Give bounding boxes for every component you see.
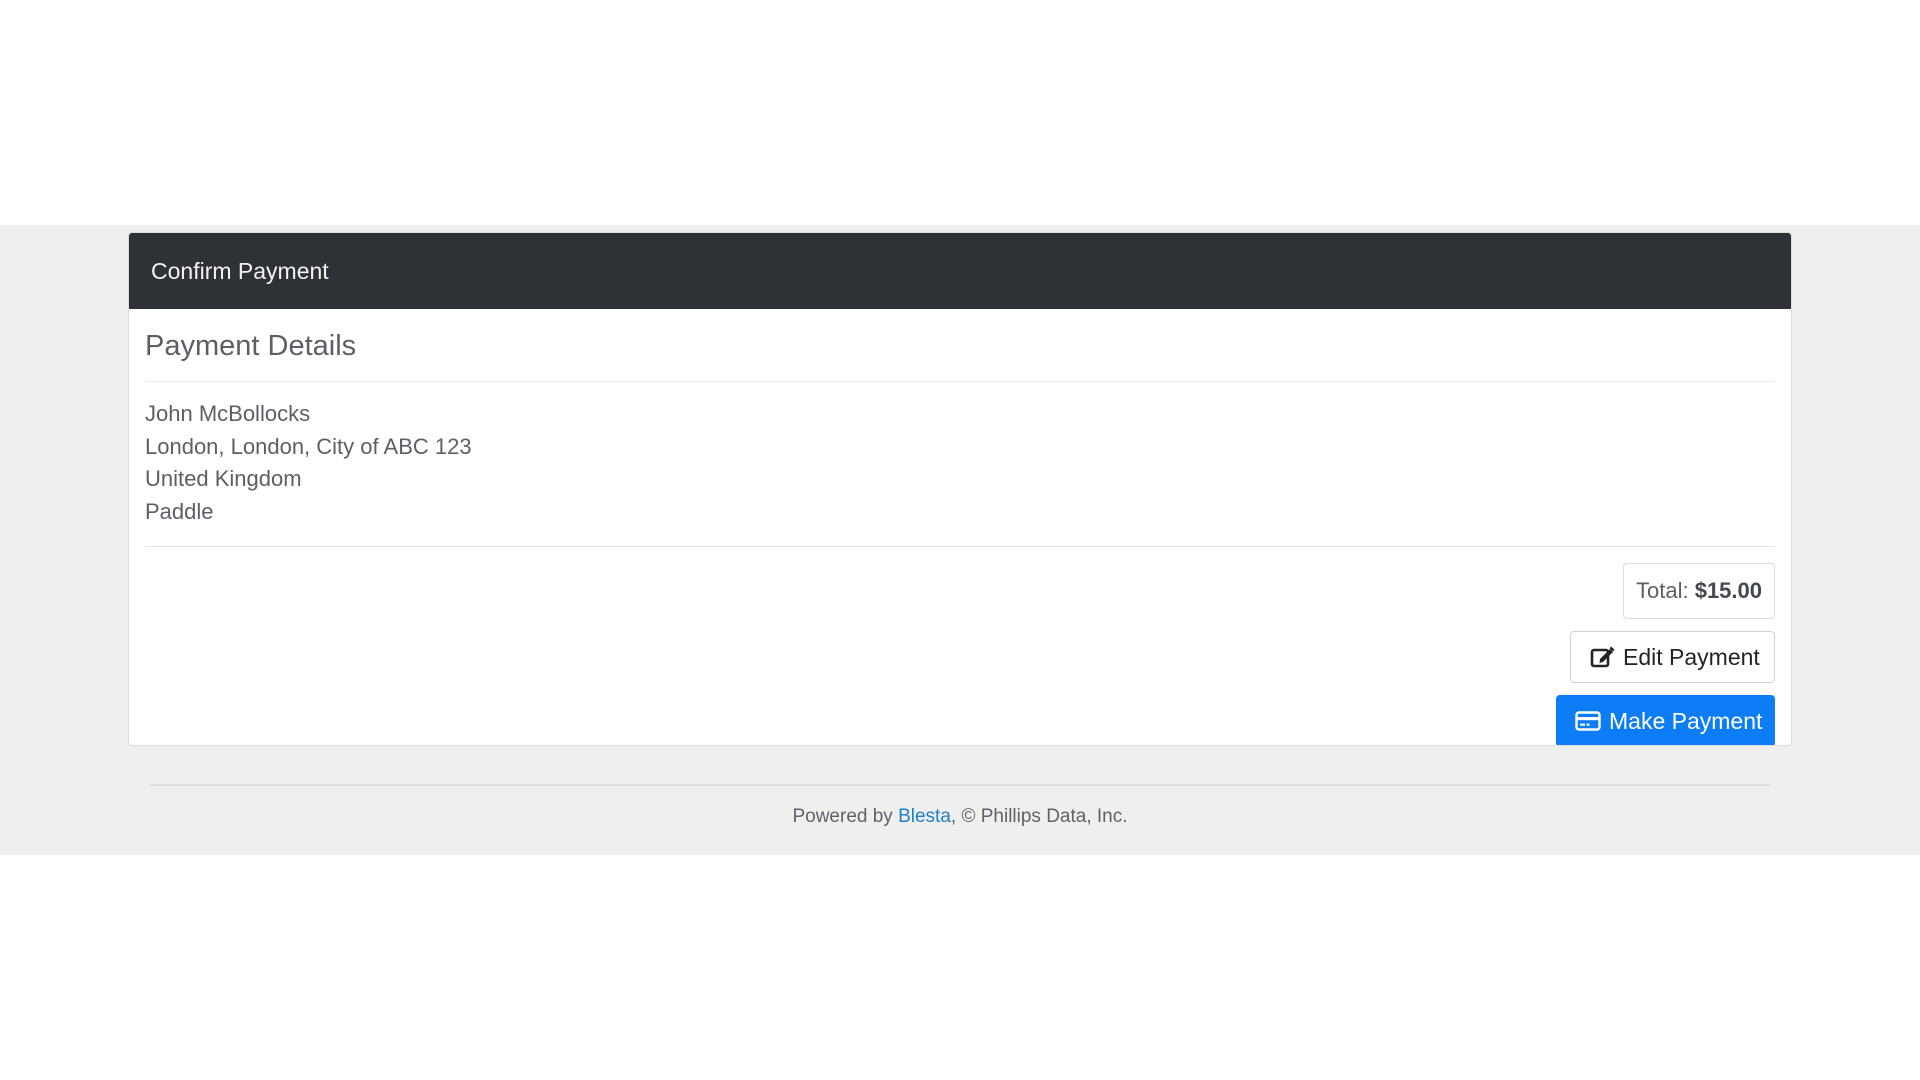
customer-name: John McBollocks bbox=[145, 401, 311, 426]
blesta-link[interactable]: Blesta bbox=[898, 806, 951, 827]
footer-copyright: , © Phillips Data, Inc. bbox=[950, 806, 1128, 827]
billing-address: John McBollocks London, London, City of … bbox=[145, 382, 1775, 528]
edit-icon bbox=[1589, 644, 1615, 670]
make-payment-label: Make Payment bbox=[1609, 707, 1763, 734]
card-header-title: Confirm Payment bbox=[151, 258, 329, 284]
address-country: United Kingdom bbox=[145, 466, 302, 491]
confirm-payment-card: Confirm Payment Payment Details John McB… bbox=[128, 232, 1792, 746]
footer-divider bbox=[150, 784, 1770, 786]
payment-details-title: Payment Details bbox=[145, 330, 357, 362]
payment-method: Paddle bbox=[145, 498, 214, 524]
make-payment-button[interactable]: Make Payment bbox=[1556, 695, 1775, 745]
card-header: Confirm Payment bbox=[129, 233, 1791, 309]
edit-payment-button[interactable]: Edit Payment bbox=[1570, 631, 1775, 683]
total-box: Total: $15.00 bbox=[1622, 563, 1775, 619]
address-line: London, London, City of ABC 123 bbox=[145, 433, 472, 459]
card-body: Payment Details John McBollocks London, … bbox=[129, 309, 1791, 745]
footer: Powered by Blesta, © Phillips Data, Inc. bbox=[0, 806, 1920, 828]
edit-payment-label: Edit Payment bbox=[1623, 643, 1760, 670]
credit-card-icon bbox=[1575, 708, 1601, 734]
footer-powered-by: Powered by bbox=[792, 806, 893, 827]
total-label: Total: bbox=[1635, 578, 1689, 603]
payment-actions: Total: $15.00 Edit Payment Make Payment bbox=[145, 547, 1775, 745]
total-amount: $15.00 bbox=[1694, 578, 1762, 603]
